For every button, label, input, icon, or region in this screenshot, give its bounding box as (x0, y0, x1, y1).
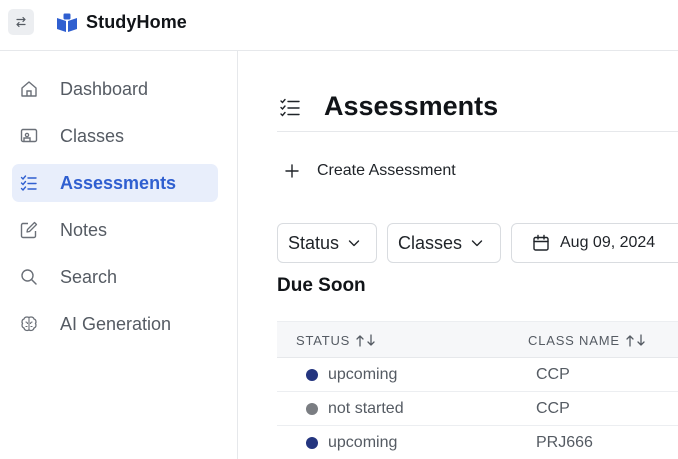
status-dot-not-started (306, 403, 318, 415)
status-cell: upcoming (328, 366, 398, 383)
chevron-down-icon (471, 240, 483, 247)
app-title: StudyHome (86, 12, 187, 32)
sort-arrows-icon (626, 334, 645, 347)
calendar-icon (533, 234, 549, 251)
table-row[interactable]: upcoming PRJ666 (277, 426, 678, 459)
sidebar-item-label: Dashboard (60, 79, 149, 99)
page-title: Assessments (324, 91, 499, 121)
divider (277, 131, 678, 132)
plus-icon (285, 164, 299, 178)
table-header: STATUS CLASS NAME (277, 321, 678, 358)
class-name-cell: CCP (536, 400, 570, 417)
swap-arrows-icon (16, 16, 26, 28)
sidebar-item-search[interactable]: Search (12, 258, 218, 296)
sidebar-item-label: AI Generation (60, 314, 172, 334)
create-assessment-button[interactable]: Create Assessment (284, 157, 456, 185)
date-label: Aug 09, 2024 (560, 234, 656, 251)
edit-icon (20, 221, 38, 239)
checklist-icon (280, 98, 300, 117)
table-row[interactable]: not started CCP (277, 392, 678, 426)
sidebar-item-label: Notes (60, 220, 108, 240)
checklist-icon (20, 175, 37, 192)
search-icon (21, 269, 37, 285)
create-assessment-label: Create Assessment (317, 162, 456, 179)
class-name-cell: PRJ666 (536, 434, 593, 451)
status-header-label: STATUS (296, 333, 351, 348)
sidebar-item-assessments[interactable]: Assessments (12, 164, 218, 202)
class-name-cell: CCP (536, 366, 570, 383)
sidebar-item-ai-generation[interactable]: AI Generation (12, 305, 218, 343)
status-filter-label: Status (288, 232, 340, 253)
class-name-header-label: CLASS NAME (528, 333, 620, 348)
sidebar-item-classes[interactable]: Classes (12, 117, 218, 155)
class-name-column-header[interactable]: CLASS NAME (528, 333, 647, 348)
home-icon (21, 81, 37, 97)
date-picker-button[interactable]: Aug 09, 2024 (511, 223, 678, 263)
sidebar-item-label: Assessments (60, 173, 177, 193)
classes-filter-label: Classes (398, 232, 463, 253)
status-cell: not started (328, 400, 404, 417)
sort-arrows-icon (356, 334, 375, 347)
chevron-down-icon (348, 240, 360, 247)
classes-filter-dropdown[interactable]: Classes (387, 223, 501, 263)
sidebar-item-label: Classes (60, 126, 125, 146)
due-soon-heading: Due Soon (277, 275, 366, 296)
sidebar-item-dashboard[interactable]: Dashboard (12, 70, 218, 108)
book-logo-icon (57, 13, 77, 32)
sidebar-toggle-button[interactable] (8, 9, 34, 35)
classes-icon (20, 128, 38, 143)
status-dot-upcoming (306, 369, 318, 381)
sidebar: Dashboard Classes Assessments Notes Sear… (0, 51, 238, 459)
top-bar: StudyHome (0, 0, 678, 51)
sidebar-item-notes[interactable]: Notes (12, 211, 218, 249)
table-row[interactable]: upcoming CCP (277, 358, 678, 392)
assessments-table: STATUS CLASS NAME upcoming CCP not start… (277, 321, 678, 459)
status-column-header[interactable]: STATUS (296, 333, 377, 348)
status-cell: upcoming (328, 434, 398, 451)
brain-icon (21, 316, 37, 332)
status-dot-upcoming (306, 437, 318, 449)
status-filter-dropdown[interactable]: Status (277, 223, 377, 263)
sidebar-item-label: Search (60, 267, 118, 287)
